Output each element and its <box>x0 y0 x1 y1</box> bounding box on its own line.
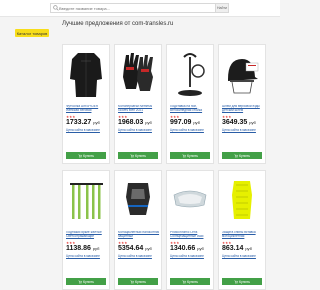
store-link[interactable]: Цена сайта в магазине <box>66 254 100 258</box>
product-card[interactable]: Защита спины вставка мотоциклетная ★★★ 8… <box>218 170 266 290</box>
product-name[interactable]: Подтяжки яркие желтые Светоотражающие <box>66 231 108 239</box>
product-card[interactable]: Подтяжки яркие желтые Светоотражающие ★★… <box>62 170 110 290</box>
product-price: 1138.86 руб <box>66 245 100 252</box>
cart-icon <box>234 280 238 284</box>
buy-button[interactable]: Купить <box>222 152 262 159</box>
cart-icon <box>182 154 186 158</box>
cart-icon <box>78 280 82 284</box>
product-name[interactable]: Шлем для верховой езды Детский шлем <box>222 105 264 113</box>
product-price: 1968.03 руб <box>118 119 152 126</box>
product-image[interactable] <box>118 49 158 101</box>
product-image[interactable] <box>118 175 158 227</box>
cart-icon <box>78 154 82 158</box>
top-bar: Найти <box>0 0 280 17</box>
store-link[interactable]: Цена сайта в магазине <box>118 128 152 132</box>
product-price: 3649.35 руб <box>222 119 256 126</box>
store-link[interactable]: Цена сайта в магазине <box>222 128 256 132</box>
product-image[interactable] <box>66 49 106 101</box>
product-price: 863.14 руб <box>222 245 252 252</box>
product-name[interactable]: Мотоциклетный налокотник защитный <box>118 231 160 239</box>
product-price: 997.09 руб <box>170 119 200 126</box>
cart-icon <box>130 280 134 284</box>
product-price: 1340.66 руб <box>170 245 204 252</box>
store-link[interactable]: Цена сайта в магазине <box>170 254 204 258</box>
product-price: 5354.64 руб <box>118 245 152 252</box>
buy-button[interactable]: Купить <box>66 152 106 159</box>
product-name[interactable]: Защита спины вставка мотоциклетная <box>222 231 264 239</box>
buy-button[interactable]: Купить <box>66 278 106 285</box>
product-name[interactable]: Футболка AIRSPIDER Женская беговая компр… <box>66 105 108 113</box>
search-input[interactable] <box>59 4 209 12</box>
product-name[interactable]: Мотоперчатки Nemesis Gloves Men 2021 <box>118 105 160 113</box>
store-link[interactable]: Цена сайта в магазине <box>222 254 256 258</box>
store-link[interactable]: Цена сайта в магазине <box>66 128 100 132</box>
product-image[interactable] <box>170 175 210 227</box>
product-grid: Футболка AIRSPIDER Женская беговая компр… <box>62 44 267 290</box>
cart-icon <box>182 280 186 284</box>
search-button[interactable]: Найти <box>215 4 228 12</box>
page-title: Лучшие предложения от com-transles.ru <box>62 21 174 27</box>
catalog-button[interactable]: Каталог товаров <box>15 29 49 37</box>
product-card[interactable]: Photochromic Lens Солнцезащитные очки ★★… <box>166 170 214 290</box>
buy-button[interactable]: Купить <box>170 278 210 285</box>
buy-button[interactable]: Купить <box>118 278 158 285</box>
search-box[interactable]: Найти <box>50 3 229 13</box>
buy-button[interactable]: Купить <box>222 278 262 285</box>
product-image[interactable] <box>222 49 262 101</box>
product-card[interactable]: Мотоциклетный налокотник защитный ★★★ 53… <box>114 170 162 290</box>
buy-button[interactable]: Купить <box>118 152 158 159</box>
product-image[interactable] <box>222 175 262 227</box>
store-link[interactable]: Цена сайта в магазине <box>118 254 152 258</box>
product-name[interactable]: Photochromic Lens Солнцезащитные очки <box>170 231 212 239</box>
store-link[interactable]: Цена сайта в магазине <box>170 128 204 132</box>
product-name[interactable]: Подставка на пол, Велосипедная стойка <box>170 105 212 113</box>
product-price: 1733.27 руб <box>66 119 100 126</box>
product-image[interactable] <box>66 175 106 227</box>
product-card[interactable]: Мотоперчатки Nemesis Gloves Men 2021 ★★★… <box>114 44 162 164</box>
cart-icon <box>130 154 134 158</box>
product-card[interactable]: Подставка на пол, Велосипедная стойка ★★… <box>166 44 214 164</box>
product-card[interactable]: Шлем для верховой езды Детский шлем ★★★ … <box>218 44 266 164</box>
buy-button[interactable]: Купить <box>170 152 210 159</box>
product-image[interactable] <box>170 49 210 101</box>
cart-icon <box>234 154 238 158</box>
product-card[interactable]: Футболка AIRSPIDER Женская беговая компр… <box>62 44 110 164</box>
